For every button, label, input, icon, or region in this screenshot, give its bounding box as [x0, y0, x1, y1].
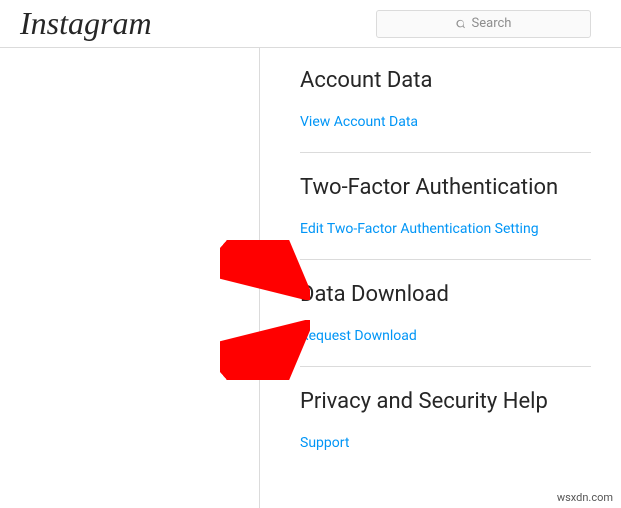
section-title-account-data: Account Data: [300, 68, 591, 93]
top-nav: Instagram Search: [0, 0, 621, 48]
link-edit-two-factor[interactable]: Edit Two-Factor Authentication Setting: [300, 221, 539, 237]
section-title-privacy-help: Privacy and Security Help: [300, 389, 591, 414]
section-title-data-download: Data Download: [300, 282, 591, 307]
section-account-data: Account Data View Account Data: [300, 68, 591, 153]
search-icon: [456, 19, 466, 29]
watermark: wsxdn.com: [557, 491, 613, 504]
link-support[interactable]: Support: [300, 435, 349, 451]
link-request-download[interactable]: Request Download: [300, 328, 417, 344]
section-data-download: Data Download Request Download: [300, 282, 591, 367]
instagram-logo[interactable]: Instagram: [20, 5, 152, 42]
section-two-factor: Two-Factor Authentication Edit Two-Facto…: [300, 175, 591, 260]
content-area: Account Data View Account Data Two-Facto…: [0, 48, 621, 508]
link-view-account-data[interactable]: View Account Data: [300, 114, 418, 130]
search-container: Search: [376, 10, 591, 38]
settings-sidebar: [12, 48, 260, 508]
settings-main: Account Data View Account Data Two-Facto…: [260, 48, 621, 508]
section-privacy-help: Privacy and Security Help Support: [300, 389, 591, 473]
section-title-two-factor: Two-Factor Authentication: [300, 175, 591, 200]
search-placeholder: Search: [472, 16, 512, 31]
search-input[interactable]: Search: [376, 10, 591, 38]
